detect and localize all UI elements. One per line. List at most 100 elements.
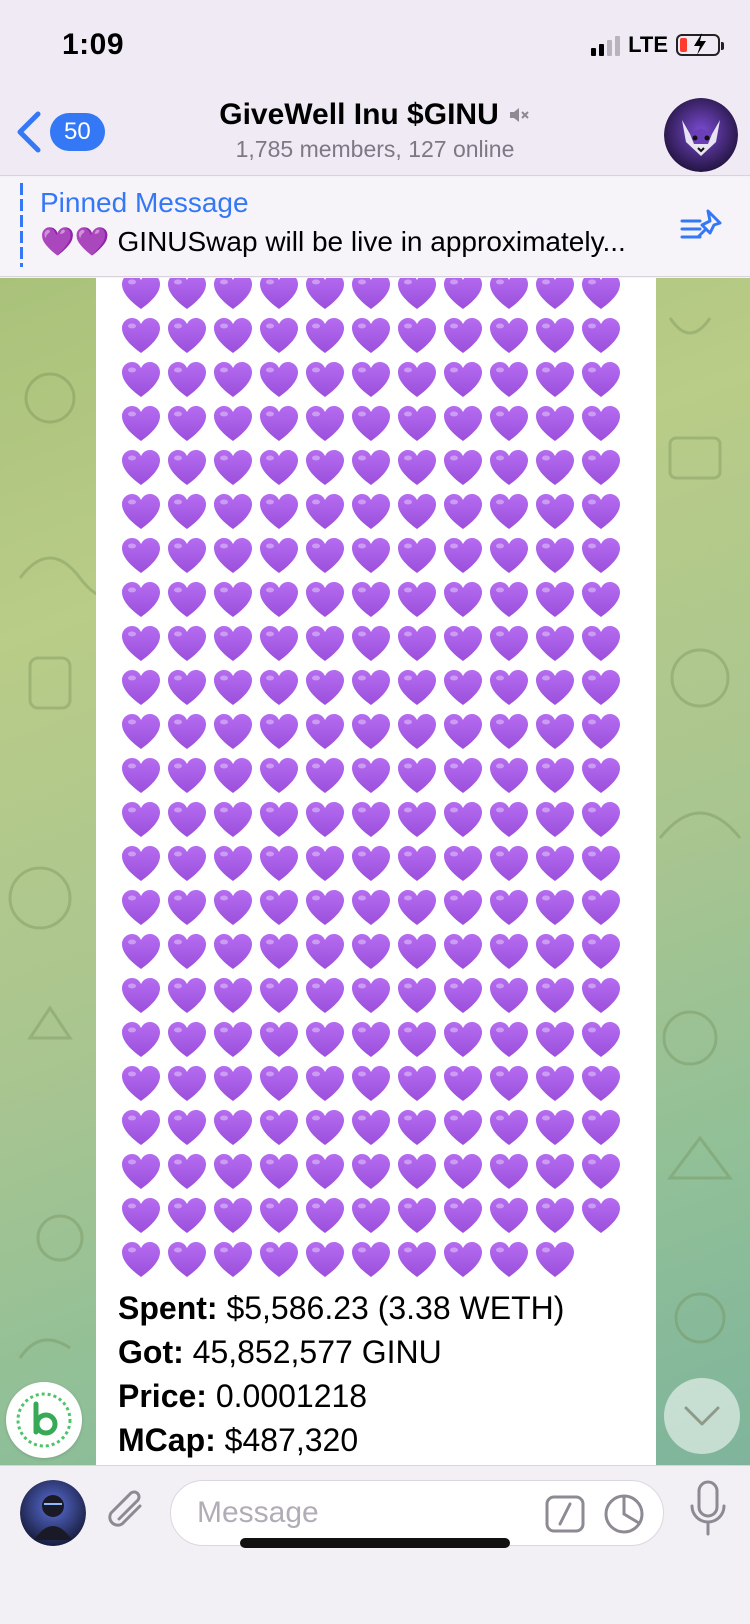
purple-heart-emoji [394,798,440,842]
purple-heart-emoji [210,278,256,314]
purple-heart-emoji [394,1238,440,1282]
purple-heart-emoji [256,798,302,842]
purple-heart-emoji [348,490,394,534]
purple-heart-emoji [348,402,394,446]
purple-heart-emoji [210,622,256,666]
group-avatar[interactable] [664,98,738,172]
purple-heart-emoji [210,358,256,402]
purple-heart-emoji [348,754,394,798]
purple-heart-emoji [118,402,164,446]
purple-heart-emoji [532,534,578,578]
purple-heart-emoji [440,754,486,798]
purple-heart-emoji [118,534,164,578]
stat-label: MCap: [118,1422,216,1458]
status-indicators: LTE [591,32,724,58]
purple-heart-emoji [164,1018,210,1062]
purple-heart-emoji [164,886,210,930]
purple-heart-emoji [348,930,394,974]
purple-heart-emoji [486,578,532,622]
purple-heart-emoji [394,1194,440,1238]
purple-heart-emoji [210,1194,256,1238]
chat-messages-area[interactable]: Spent: $5,586.23 (3.38 WETH) Got: 45,852… [0,278,750,1465]
purple-heart-emoji [578,1150,624,1194]
chat-subtitle: 1,785 members, 127 online [235,136,515,162]
purple-heart-emoji [532,278,578,314]
purple-heart-emoji [578,402,624,446]
purple-heart-emoji [164,842,210,886]
purple-heart-emoji [532,1194,578,1238]
purple-heart-emoji [440,578,486,622]
purple-heart-emoji [440,842,486,886]
purple-heart-emoji [394,842,440,886]
purple-heart-emoji [302,974,348,1018]
purple-heart-emoji [118,1106,164,1150]
pinned-list-icon[interactable] [680,207,724,247]
purple-heart-emoji [210,314,256,358]
chat-title-row: GiveWell Inu $GINU [219,98,531,132]
purple-heart-emoji [578,710,624,754]
chat-header: 50 GiveWell Inu $GINU 1,785 members, 127… [0,92,750,176]
purple-heart-emoji [256,754,302,798]
purple-heart-emoji [164,666,210,710]
back-button[interactable]: 50 [14,110,105,154]
purple-heart-emoji [394,314,440,358]
purple-heart-emoji [164,930,210,974]
purple-heart-emoji [118,1194,164,1238]
purple-heart-emoji [164,578,210,622]
purple-heart-emoji [348,886,394,930]
purple-heart-emoji [302,842,348,886]
purple-heart-emoji [164,622,210,666]
purple-heart-emoji [118,798,164,842]
purple-heart-emoji [394,666,440,710]
purple-heart-emoji [440,1106,486,1150]
purple-heart-emoji [394,490,440,534]
purple-heart-emoji [486,1238,532,1282]
purple-heart-emoji [256,314,302,358]
message-input[interactable]: Message [170,1480,664,1546]
purple-heart-emoji [578,358,624,402]
pinned-message[interactable]: Pinned Message 💜💜 GINUSwap will be live … [0,177,750,277]
purple-heart-emoji [578,534,624,578]
purple-heart-emoji [302,1106,348,1150]
purple-heart-emoji [118,974,164,1018]
purple-heart-emoji [256,1062,302,1106]
purple-heart-emoji [256,974,302,1018]
purple-heart-emoji [486,754,532,798]
purple-heart-emoji [486,842,532,886]
chat-info[interactable]: GiveWell Inu $GINU 1,785 members, 127 on… [150,98,600,163]
purple-heart-emoji [256,842,302,886]
purple-heart-emoji [348,1062,394,1106]
purple-heart-emoji [118,578,164,622]
purple-heart-emoji [302,930,348,974]
microphone-icon[interactable] [688,1480,728,1540]
buybot-logo-icon [16,1392,72,1448]
purple-heart-emoji [164,1106,210,1150]
purple-heart-emoji [118,886,164,930]
purple-heart-emoji [578,842,624,886]
bot-avatar[interactable] [6,1382,82,1458]
purple-heart-emoji [440,314,486,358]
purple-heart-emoji [118,358,164,402]
sticker-icon[interactable] [603,1493,645,1535]
scroll-to-bottom-button[interactable] [664,1378,740,1454]
purple-heart-emoji [394,534,440,578]
message-bubble[interactable]: Spent: $5,586.23 (3.38 WETH) Got: 45,852… [96,278,656,1465]
purple-heart-emoji [440,490,486,534]
purple-heart-emoji [532,1062,578,1106]
purple-heart-emoji [440,1018,486,1062]
purple-heart-emoji [394,710,440,754]
bot-commands-icon[interactable] [545,1495,585,1533]
purple-heart-emoji [532,314,578,358]
purple-heart-emoji [394,1150,440,1194]
purple-heart-emoji [210,402,256,446]
purple-heart-emoji [440,666,486,710]
paperclip-icon[interactable] [104,1484,150,1540]
purple-heart-emoji [440,710,486,754]
purple-heart-emoji [164,278,210,314]
user-avatar[interactable] [20,1480,86,1546]
stat-label: Got: [118,1334,184,1370]
purple-heart-emoji [118,622,164,666]
purple-heart-emoji [486,490,532,534]
purple-heart-emoji [302,1150,348,1194]
purple-heart-emoji [578,578,624,622]
